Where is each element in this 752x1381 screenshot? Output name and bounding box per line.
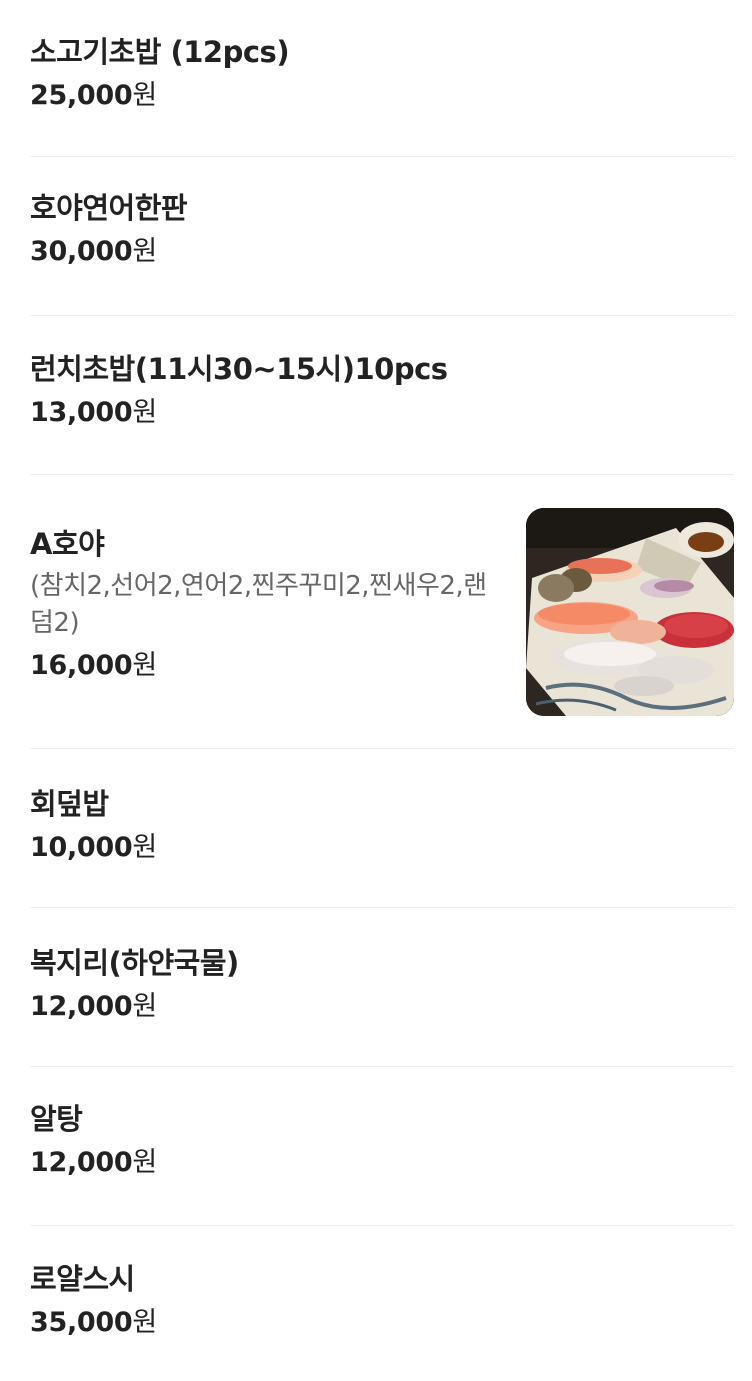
price-amount: 12,000 [30, 991, 133, 1022]
price-unit: 원 [132, 1147, 157, 1178]
menu-item[interactable]: 회덮밥 10,000원 [30, 749, 734, 908]
price-unit: 원 [132, 236, 157, 267]
menu-item-text: 알탕 12,000원 [30, 1099, 734, 1183]
menu-item-price: 12,000원 [30, 1143, 734, 1183]
price-amount: 10,000 [30, 832, 133, 863]
menu-item-price: 13,000원 [30, 393, 734, 433]
menu-item-text: 로얄스시 35,000원 [30, 1259, 734, 1343]
price-unit: 원 [132, 80, 157, 111]
price-unit: 원 [132, 1307, 157, 1338]
menu-item-name: 런치초밥(11시30~15시)10pcs [30, 352, 448, 386]
menu-item-text: A호야 (참치2,선어2,연어2,찐주꾸미2,찐새우2,랜덤2) 16,000원 [30, 524, 498, 686]
menu-item-price: 35,000원 [30, 1303, 734, 1343]
menu-item[interactable]: 복지리(하얀국물) 12,000원 [30, 908, 734, 1067]
menu-item[interactable]: 호야연어한판 30,000원 [30, 157, 734, 316]
menu-item[interactable]: 알탕 12,000원 [30, 1067, 734, 1226]
price-amount: 12,000 [30, 1147, 133, 1178]
menu-item-name: A호야 [30, 527, 105, 561]
menu-item-price: 12,000원 [30, 987, 734, 1027]
price-amount: 30,000 [30, 236, 133, 267]
price-unit: 원 [132, 991, 157, 1022]
sushi-platter-image [526, 508, 734, 716]
menu-item-description: (참치2,선어2,연어2,찐주꾸미2,찐새우2,랜덤2) [30, 571, 487, 638]
menu-item-price: 10,000원 [30, 828, 734, 868]
menu-item[interactable]: 소고기초밥 (12pcs) 25,000원 [30, 0, 734, 157]
menu-item-text: 호야연어한판 30,000원 [30, 188, 734, 272]
menu-item-name: 알탕 [30, 1102, 83, 1136]
menu-item-name: 소고기초밥 (12pcs) [30, 35, 290, 69]
menu-item-price: 16,000원 [30, 646, 498, 686]
price-amount: 16,000 [30, 650, 133, 681]
price-unit: 원 [132, 397, 157, 428]
menu-item-text: 회덮밥 10,000원 [30, 784, 734, 868]
price-amount: 35,000 [30, 1307, 133, 1338]
menu-item-name: 회덮밥 [30, 787, 109, 821]
menu-item[interactable]: A호야 (참치2,선어2,연어2,찐주꾸미2,찐새우2,랜덤2) 16,000원 [30, 475, 734, 749]
price-amount: 13,000 [30, 397, 133, 428]
menu-item-text: 복지리(하얀국물) 12,000원 [30, 943, 734, 1027]
sushi-platter-photo [526, 508, 734, 716]
price-amount: 25,000 [30, 80, 133, 111]
menu-list: 소고기초밥 (12pcs) 25,000원 호야연어한판 30,000원 런치초… [0, 0, 752, 1381]
menu-item-price: 25,000원 [30, 76, 734, 116]
menu-item[interactable]: 런치초밥(11시30~15시)10pcs 13,000원 [30, 316, 734, 475]
price-unit: 원 [132, 832, 157, 863]
price-unit: 원 [132, 650, 157, 681]
menu-item-name: 복지리(하얀국물) [30, 946, 239, 980]
menu-item-name: 로얄스시 [30, 1262, 135, 1296]
menu-item-text: 런치초밥(11시30~15시)10pcs 13,000원 [30, 349, 734, 433]
menu-item-name: 호야연어한판 [30, 191, 188, 225]
menu-item-text: 소고기초밥 (12pcs) 25,000원 [30, 32, 734, 116]
menu-item-price: 30,000원 [30, 232, 734, 272]
menu-item[interactable]: 로얄스시 35,000원 [30, 1226, 734, 1381]
